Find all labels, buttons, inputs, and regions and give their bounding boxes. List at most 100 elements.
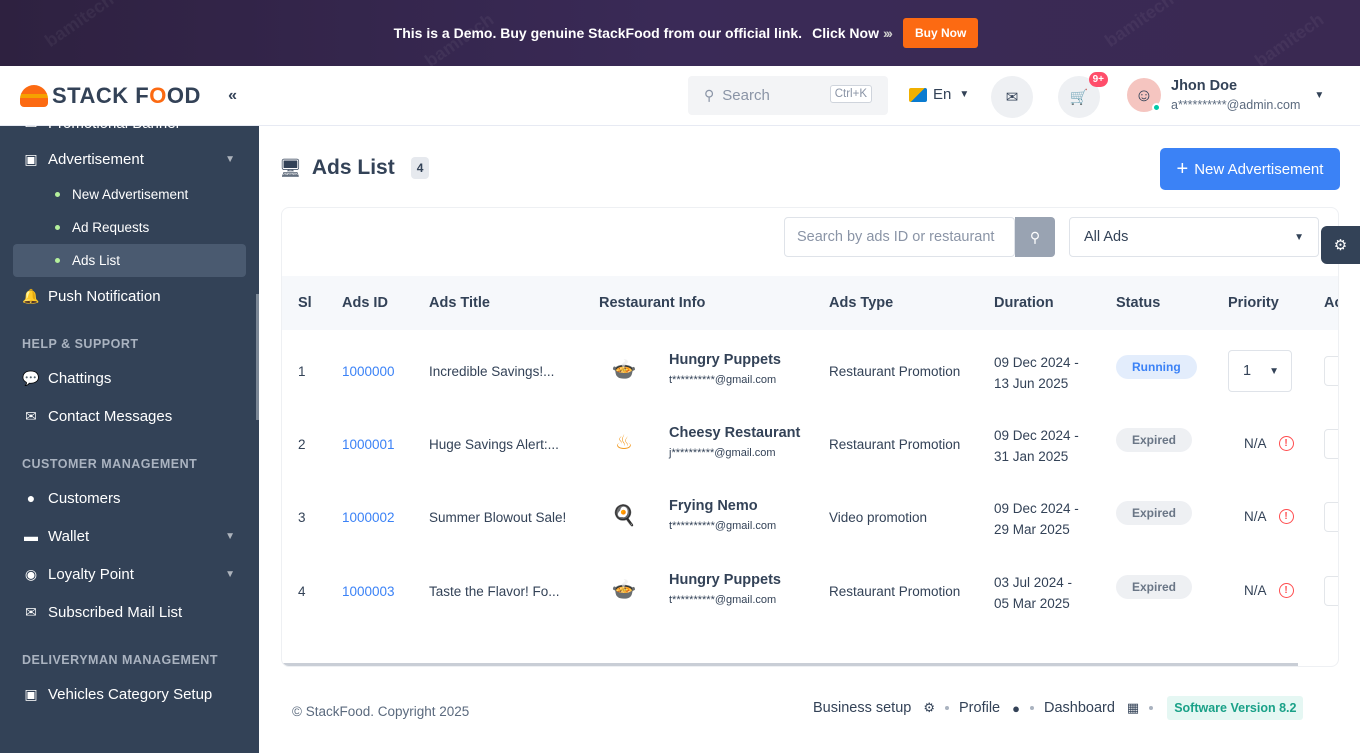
action-button[interactable] xyxy=(1324,576,1338,606)
footer-link-dashboard[interactable]: Dashboard xyxy=(1044,700,1115,716)
cart-badge: 9+ xyxy=(1088,72,1108,87)
sidebar-item-chattings[interactable]: 💬 Chattings xyxy=(0,359,259,397)
inbox-icon: ✉ xyxy=(1005,89,1019,106)
table-horizontal-scrollbar[interactable] xyxy=(282,663,1298,666)
envelope-icon: ✉ xyxy=(25,603,37,620)
sidebar-item-contact-messages[interactable]: ✉ Contact Messages xyxy=(0,397,259,435)
chevron-down-icon: ▼ xyxy=(225,530,235,542)
sidebar-subitem-new-advertisement[interactable]: New Advertisement xyxy=(0,178,259,211)
global-search-input[interactable]: ⚲ Search Ctrl+K xyxy=(688,76,888,115)
col-sl: Sl xyxy=(298,295,312,311)
chevron-down-icon: ▼ xyxy=(959,89,970,100)
separator-dot xyxy=(1029,706,1034,710)
collapse-sidebar-icon[interactable]: « xyxy=(228,87,237,105)
search-icon: ⚲ xyxy=(704,87,715,103)
language-selector[interactable]: En ▼ xyxy=(909,86,969,103)
new-advertisement-button[interactable]: + New Advertisement xyxy=(1160,148,1340,190)
online-indicator xyxy=(1152,103,1161,112)
dot-icon xyxy=(55,225,60,230)
banner-click-link[interactable]: Click Now xyxy=(812,25,879,41)
sidebar-item-vehicles[interactable]: ▣ Vehicles Category Setup xyxy=(0,675,259,713)
chevron-down-icon: ▼ xyxy=(225,153,235,165)
ad-id-link[interactable]: 1000001 xyxy=(342,437,395,452)
action-button[interactable] xyxy=(1324,356,1338,386)
plus-icon: + xyxy=(1176,157,1189,180)
table-row: 1 1000000 Incredible Savings!... 🍲 Hungr… xyxy=(282,334,1338,407)
col-restaurant-info: Restaurant Info xyxy=(599,295,706,311)
col-action: Ac xyxy=(1324,295,1338,311)
burger-logo-icon xyxy=(20,84,48,107)
banner-icon: ▭ xyxy=(24,114,38,131)
page-title-text: Ads List xyxy=(311,156,395,179)
chevron-down-icon: ▼ xyxy=(1294,231,1304,243)
sidebar-item-subscribed-mail[interactable]: ✉ Subscribed Mail List xyxy=(0,593,259,631)
sidebar-item-loyalty-point[interactable]: ◉ Loyalty Point ▼ xyxy=(0,555,259,593)
sidebar-item-advertisement[interactable]: ▣ Advertisement ▼ xyxy=(0,140,259,178)
restaurant-logo-icon: 🍳 xyxy=(611,504,637,527)
col-ads-title: Ads Title xyxy=(429,295,490,311)
avatar: ☺ xyxy=(1127,78,1161,112)
user-email: a**********@admin.com xyxy=(1171,98,1301,112)
settings-gear-tab[interactable]: ⚙ xyxy=(1321,226,1360,264)
table-row: 4 1000003 Taste the Flavor! Fo... 🍲 Hung… xyxy=(282,554,1338,627)
ads-search-input[interactable]: Search by ads ID or restaurant xyxy=(784,217,1015,257)
ad-id-link[interactable]: 1000003 xyxy=(342,584,395,599)
software-version-badge: Software Version 8.2 xyxy=(1167,696,1304,720)
messages-button[interactable]: ✉ xyxy=(991,76,1033,118)
sidebar-subitem-ads-list[interactable]: Ads List xyxy=(13,244,246,277)
warning-icon[interactable]: ! xyxy=(1278,509,1294,524)
restaurant-logo-icon: ♨ xyxy=(615,431,633,454)
footer-link-profile[interactable]: Profile xyxy=(959,700,1000,716)
restaurant-logo-icon: 🍲 xyxy=(611,578,637,601)
ads-count-badge: 4 xyxy=(410,157,430,179)
warning-icon[interactable]: ! xyxy=(1278,583,1294,598)
sidebar-item-push-notification[interactable]: 🔔 Push Notification xyxy=(0,277,259,315)
gear-icon: ⚙ xyxy=(923,700,935,715)
status-badge: Running xyxy=(1116,355,1197,379)
dashboard-icon: ▦ xyxy=(1126,700,1140,715)
priority-select[interactable]: 1 ▼ xyxy=(1228,350,1292,392)
action-button[interactable] xyxy=(1324,429,1338,459)
col-status: Status xyxy=(1116,295,1161,311)
footer-copyright: © StackFood. Copyright 2025 xyxy=(292,704,470,719)
separator-dot xyxy=(945,706,949,710)
warning-icon[interactable]: ! xyxy=(1278,436,1294,451)
mail-icon: ✉ xyxy=(25,407,37,424)
ads-table-card: Search by ads ID or restaurant ⚲ All Ads… xyxy=(281,207,1339,667)
bell-icon: 🔔 xyxy=(22,287,40,304)
language-flag-icon xyxy=(909,87,927,102)
cart-button[interactable]: 🛒 9+ xyxy=(1058,72,1108,118)
shortcut-hint: Ctrl+K xyxy=(829,85,872,103)
chevron-down-icon: ▼ xyxy=(1269,365,1279,377)
restaurant-logo-icon: 🍲 xyxy=(611,358,637,381)
col-ads-id: Ads ID xyxy=(342,295,388,311)
sidebar-item-promotional-banner[interactable]: ▭ Promotional Banner xyxy=(0,106,259,140)
table-row: 3 1000002 Summer Blowout Sale! 🍳 Frying … xyxy=(282,480,1338,553)
cart-icon: 🛒 xyxy=(1069,89,1089,106)
dot-icon xyxy=(55,258,60,263)
sidebar-item-customers[interactable]: ● Customers xyxy=(0,479,259,517)
ad-id-link[interactable]: 1000000 xyxy=(342,364,395,379)
ads-filter-select[interactable]: All Ads ▼ xyxy=(1069,217,1319,257)
chat-icon: 💬 xyxy=(22,369,40,386)
search-button[interactable]: ⚲ xyxy=(1015,217,1055,257)
section-title-deliveryman: DELIVERYMAN MANAGEMENT xyxy=(22,653,218,667)
gear-icon: ⚙ xyxy=(1333,237,1348,254)
user-menu[interactable]: ☺ Jhon Doe a**********@admin.com ▼ xyxy=(1127,78,1324,112)
sidebar-item-wallet[interactable]: ▬ Wallet ▼ xyxy=(0,517,259,555)
demo-banner: bamitech bamitech bamitech bamitech This… xyxy=(0,0,1360,66)
sidebar-subitem-ad-requests[interactable]: Ad Requests xyxy=(0,211,259,244)
footer-link-business-setup[interactable]: Business setup xyxy=(813,700,911,716)
sidebar-nav: ▭ Promotional Banner ▣ Advertisement ▼ N… xyxy=(0,115,259,713)
brand-logo[interactable]: STACK FOOD xyxy=(52,83,201,109)
ad-id-link[interactable]: 1000002 xyxy=(342,510,395,525)
separator-dot xyxy=(1149,706,1154,710)
main-content: 🖥 Ads List 4 + New Advertisement Search … xyxy=(259,126,1360,753)
status-badge: Expired xyxy=(1116,501,1193,525)
arrows-icon: ››› xyxy=(882,25,893,41)
buy-now-button[interactable]: Buy Now xyxy=(902,18,979,48)
user-icon: ● xyxy=(26,490,36,506)
advertisement-icon: ▣ xyxy=(24,150,38,167)
user-icon: ● xyxy=(1012,700,1020,716)
action-button[interactable] xyxy=(1324,502,1338,532)
